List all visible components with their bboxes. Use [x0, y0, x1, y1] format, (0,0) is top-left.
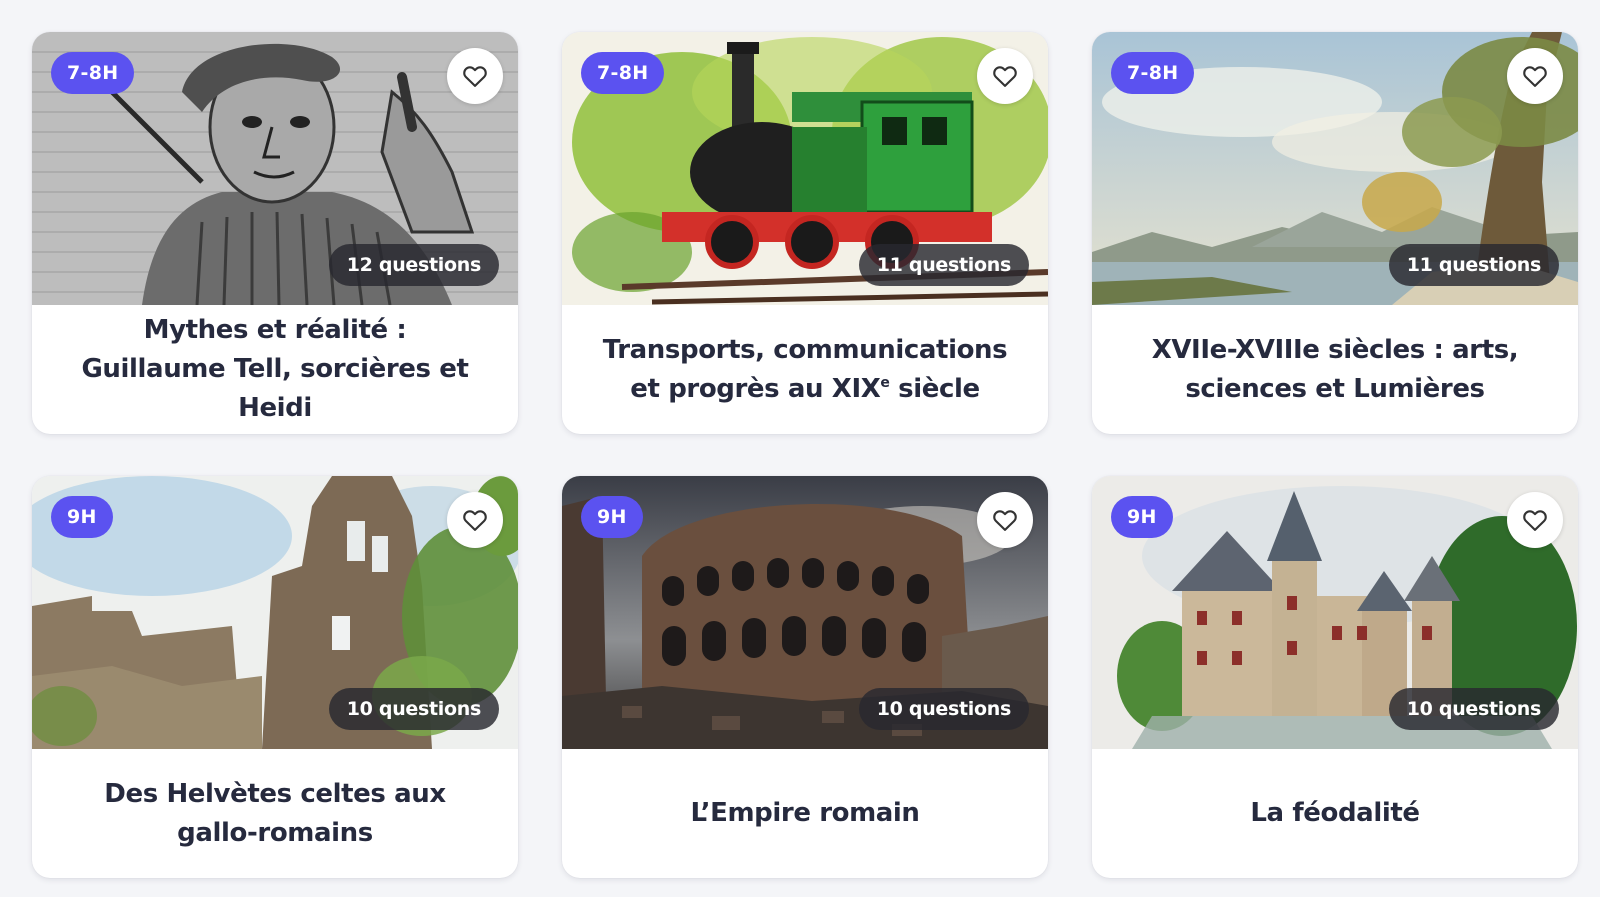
- course-card[interactable]: 7-8H 12 questions Mythes et réalité : Gu…: [32, 32, 518, 434]
- course-title[interactable]: L’Empire romain: [562, 749, 1048, 878]
- level-badge: 7-8H: [1111, 52, 1195, 94]
- favorite-button[interactable]: [977, 48, 1033, 104]
- course-title[interactable]: La féodalité: [1092, 749, 1578, 878]
- course-title[interactable]: Mythes et réalité : Guillaume Tell, sorc…: [32, 305, 518, 434]
- course-image: 7-8H 11 questions: [562, 32, 1048, 305]
- course-title-text: L’Empire romain: [690, 798, 920, 828]
- level-badge: 7-8H: [581, 52, 665, 94]
- course-grid: 7-8H 12 questions Mythes et réalité : Gu…: [32, 32, 1578, 878]
- favorite-button[interactable]: [447, 48, 503, 104]
- favorite-button[interactable]: [1507, 492, 1563, 548]
- course-image: 9H 10 questions: [32, 476, 518, 749]
- heart-outline-icon: [463, 66, 487, 87]
- course-card[interactable]: 9H 10 questions Des Helvètes celtes aux …: [32, 476, 518, 878]
- course-title-text: Transports, communications et progrès au…: [598, 331, 1012, 409]
- course-card[interactable]: 9H 10 questions La féodalité: [1092, 476, 1578, 878]
- course-image: 9H 10 questions: [562, 476, 1048, 749]
- level-badge: 9H: [51, 496, 113, 538]
- heart-outline-icon: [463, 510, 487, 531]
- heart-outline-icon: [1523, 510, 1547, 531]
- course-image: 9H 10 questions: [1092, 476, 1578, 749]
- course-image: 7-8H 12 questions: [32, 32, 518, 305]
- course-title-text: La féodalité: [1250, 798, 1420, 828]
- course-title-text: Mythes et réalité : Guillaume Tell, sorc…: [81, 315, 469, 423]
- course-title-text: Des Helvètes celtes aux gallo-romains: [104, 778, 446, 848]
- question-count-badge: 10 questions: [328, 688, 499, 730]
- level-badge: 9H: [581, 496, 643, 538]
- question-count-badge: 10 questions: [858, 688, 1029, 730]
- course-card[interactable]: 9H 10 questions L’Empire romain: [562, 476, 1048, 878]
- level-badge: 9H: [1111, 496, 1173, 538]
- favorite-button[interactable]: [447, 492, 503, 548]
- course-title-text: XVIIe-XVIIIe siècles : arts, sciences et…: [1151, 334, 1519, 404]
- course-title[interactable]: Des Helvètes celtes aux gallo-romains: [32, 749, 518, 878]
- favorite-button[interactable]: [977, 492, 1033, 548]
- heart-outline-icon: [1523, 66, 1547, 87]
- course-title[interactable]: XVIIe-XVIIIe siècles : arts, sciences et…: [1092, 305, 1578, 434]
- heart-outline-icon: [993, 66, 1017, 87]
- question-count-badge: 11 questions: [1388, 244, 1559, 286]
- heart-outline-icon: [993, 510, 1017, 531]
- favorite-button[interactable]: [1507, 48, 1563, 104]
- course-title[interactable]: Transports, communications et progrès au…: [562, 305, 1048, 434]
- question-count-badge: 10 questions: [1388, 688, 1559, 730]
- level-badge: 7-8H: [51, 52, 135, 94]
- course-image: 7-8H 11 questions: [1092, 32, 1578, 305]
- question-count-badge: 11 questions: [858, 244, 1029, 286]
- course-card[interactable]: 7-8H 11 questions XVIIe-XVIIIe siècles :…: [1092, 32, 1578, 434]
- question-count-badge: 12 questions: [328, 244, 499, 286]
- course-card[interactable]: 7-8H 11 questions Transports, communicat…: [562, 32, 1048, 434]
- course-title-end: siècle: [889, 373, 980, 404]
